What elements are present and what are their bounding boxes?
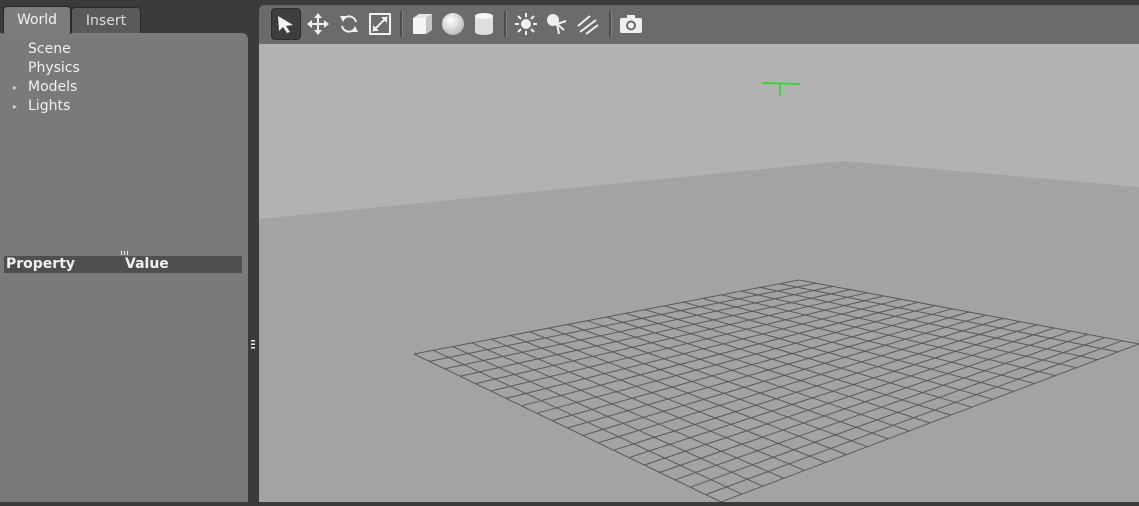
tree-item-label: Scene bbox=[28, 41, 71, 57]
insert-directional-light-button[interactable] bbox=[573, 8, 603, 40]
3d-viewport[interactable] bbox=[259, 44, 1139, 503]
tree-item-physics[interactable]: Physics bbox=[0, 59, 248, 78]
insert-spot-light-button[interactable] bbox=[542, 8, 572, 40]
translate-mode-button[interactable] bbox=[303, 8, 333, 40]
world-tree: Scene Physics ▸ Models ▸ Lights bbox=[0, 40, 248, 116]
camera-icon bbox=[620, 15, 642, 33]
value-column-header[interactable]: Value bbox=[125, 256, 169, 273]
tree-item-scene[interactable]: Scene bbox=[0, 40, 248, 59]
panel-splitter-grip-icon[interactable] bbox=[121, 251, 128, 255]
tree-item-models[interactable]: ▸ Models bbox=[0, 78, 248, 97]
tree-item-lights[interactable]: ▸ Lights bbox=[0, 97, 248, 116]
move-arrows-icon bbox=[307, 13, 329, 35]
arrow-cursor-icon bbox=[278, 16, 293, 33]
insert-box-button[interactable] bbox=[407, 8, 437, 40]
point-light-icon bbox=[515, 13, 537, 35]
tree-item-label: Lights bbox=[28, 98, 71, 114]
cylinder-icon bbox=[475, 13, 493, 35]
insert-cylinder-button[interactable] bbox=[469, 8, 499, 40]
tree-item-label: Physics bbox=[28, 60, 80, 76]
expand-arrow-icon[interactable]: ▸ bbox=[13, 83, 20, 92]
toolbar bbox=[259, 5, 1139, 44]
main-splitter[interactable] bbox=[248, 0, 259, 502]
tab-world[interactable]: World bbox=[3, 6, 71, 34]
toolbar-separator bbox=[609, 11, 612, 37]
directional-light-icon bbox=[577, 15, 599, 35]
box-icon bbox=[413, 14, 432, 34]
rotate-icon bbox=[340, 15, 358, 33]
screenshot-button[interactable] bbox=[616, 8, 646, 40]
scene-canvas[interactable] bbox=[259, 44, 1139, 503]
insert-sphere-button[interactable] bbox=[438, 8, 468, 40]
world-panel: Scene Physics ▸ Models ▸ Lights Property… bbox=[0, 33, 248, 502]
tab-insert[interactable]: Insert bbox=[71, 7, 141, 33]
scale-mode-button[interactable] bbox=[365, 8, 395, 40]
select-mode-button[interactable] bbox=[271, 8, 301, 40]
toolbar-separator bbox=[504, 11, 507, 37]
toolbar-separator bbox=[400, 11, 403, 37]
spot-light-icon bbox=[547, 14, 567, 35]
expand-arrow-icon[interactable]: ▸ bbox=[13, 102, 20, 111]
splitter-handle-icon[interactable] bbox=[251, 340, 256, 349]
scale-icon bbox=[369, 13, 391, 35]
insert-point-light-button[interactable] bbox=[511, 8, 541, 40]
property-table-header: Property Value bbox=[4, 256, 242, 273]
origin-axis-line bbox=[761, 82, 801, 85]
rotate-mode-button[interactable] bbox=[334, 8, 364, 40]
tree-item-label: Models bbox=[28, 79, 78, 95]
property-column-header[interactable]: Property bbox=[6, 256, 75, 273]
sphere-icon bbox=[442, 13, 464, 35]
